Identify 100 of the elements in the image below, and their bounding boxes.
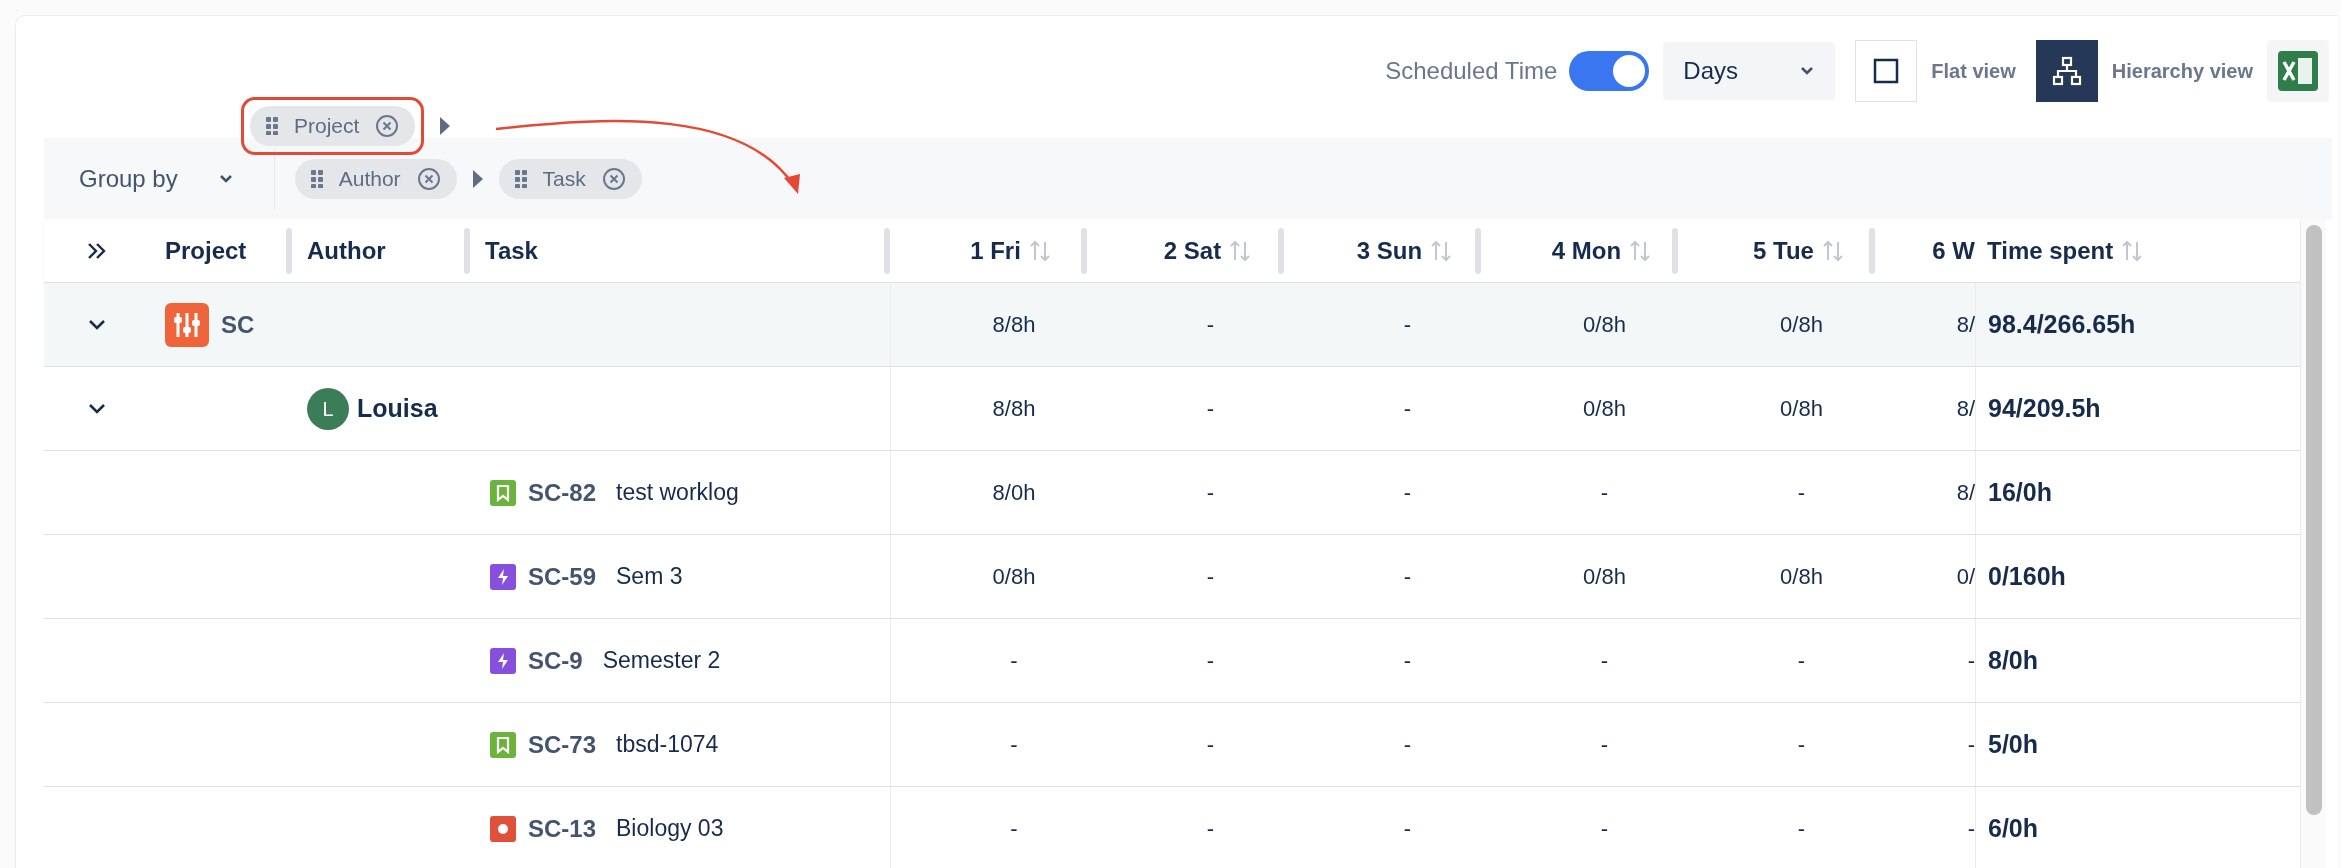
day-cell-text: 8/ (1956, 311, 1975, 339)
hierarchy-view-button[interactable] (2035, 40, 2098, 102)
day-cell-text: - (1967, 647, 1975, 675)
day-cell-text: 0/8h (1583, 563, 1626, 591)
day-cell-text: - (1206, 647, 1215, 675)
drag-handle-icon (514, 169, 527, 188)
column-header[interactable]: Task (485, 232, 538, 269)
day-cell-text: - (1403, 647, 1412, 675)
total-cell-text: 5/0h (1988, 728, 2039, 760)
column-header[interactable]: Author (307, 232, 386, 269)
day-cell-text: - (1600, 647, 1609, 675)
total-cell-text: 94/209.5h (1988, 392, 2101, 424)
day-cell-text: - (1403, 563, 1412, 591)
spreadsheet-icon (2276, 49, 2320, 93)
day-cell-text: - (1010, 815, 1018, 843)
project-icon (165, 302, 209, 347)
day-cell-text: - (1206, 731, 1215, 759)
project-name: SC (221, 309, 255, 340)
task-title: test worklog (616, 478, 739, 508)
group-chip[interactable]: Task (498, 158, 642, 199)
day-cell-text: 0/8h (1583, 395, 1626, 423)
day-cell-text: 0/8h (1780, 395, 1823, 423)
view-option-label: Hierarchy view (2111, 59, 2253, 84)
view-option-label: Flat view (1931, 59, 2016, 84)
day-cell-text: - (1010, 731, 1018, 759)
day-cell-text: - (1206, 815, 1215, 843)
flat-view-button[interactable] (1855, 40, 1918, 102)
day-cell-text: 0/8h (1583, 311, 1626, 339)
chip-label: Task (541, 165, 587, 192)
chip-label: Project (293, 113, 361, 140)
total-cell-text: 6/0h (1988, 812, 2039, 844)
day-cell-text: - (1403, 815, 1412, 843)
day-cell-text: - (1967, 815, 1975, 843)
issue-key[interactable]: SC-59 (528, 558, 597, 595)
remove-icon[interactable] (375, 114, 400, 138)
scheduled-time-label: Scheduled Time (1385, 56, 1558, 86)
day-cell-text: - (1797, 731, 1806, 759)
day-cell-text: - (1206, 479, 1215, 507)
day-cell-text: - (1403, 395, 1412, 423)
day-cell-text: - (1600, 815, 1609, 843)
day-cell-text: - (1797, 815, 1806, 843)
column-header[interactable]: Time spent (1987, 232, 2114, 269)
task-title: tbsd-1074 (616, 730, 719, 760)
issue-key[interactable]: SC-13 (528, 810, 597, 847)
day-cell-text: - (1967, 731, 1975, 759)
scheduled-time-toggle[interactable] (1569, 51, 1650, 91)
column-header[interactable]: 5 Tue (1753, 232, 1814, 269)
day-cell-text: 0/ (1956, 563, 1975, 591)
task-title: Biology 03 (616, 814, 724, 844)
day-cell-text: - (1600, 731, 1609, 759)
day-cell-text: - (1206, 311, 1215, 339)
day-cell-text: 0/8h (1780, 563, 1823, 591)
column-header[interactable]: 6 W (1932, 232, 1975, 269)
task-title: Sem 3 (616, 562, 683, 592)
group-chip[interactable]: Author (294, 158, 457, 199)
day-cell-text: - (1403, 479, 1412, 507)
day-cell-text: - (1403, 731, 1412, 759)
day-cell-text: 8/ (1956, 395, 1975, 423)
square-icon (1873, 58, 1900, 84)
day-cell-text: - (1797, 647, 1806, 675)
issue-key[interactable]: SC-82 (528, 474, 597, 511)
day-cell-text: - (1206, 563, 1215, 591)
day-cell-text: - (1206, 395, 1215, 423)
day-cell-text: 0/8h (992, 563, 1036, 591)
day-cell-text: 8/8h (992, 311, 1036, 339)
issue-key[interactable]: SC-73 (528, 726, 597, 763)
day-cell-text: 0/8h (1780, 311, 1823, 339)
day-cell-text: 8/8h (992, 395, 1036, 423)
group-by-dropdown[interactable]: Group by (44, 148, 275, 209)
column-header[interactable]: 4 Mon (1551, 232, 1622, 269)
total-cell-text: 8/0h (1988, 644, 2039, 676)
total-cell-text: 0/160h (1988, 560, 2066, 592)
issue-key[interactable]: SC-9 (528, 642, 583, 679)
column-header[interactable]: 3 Sun (1356, 232, 1423, 269)
day-cell-text: - (1010, 647, 1018, 675)
hierarchy-icon (2051, 56, 2082, 86)
chip-label: Author (337, 165, 402, 192)
column-header[interactable]: 2 Sat (1163, 232, 1222, 269)
drag-handle-icon (310, 169, 323, 188)
total-cell-text: 16/0h (1988, 476, 2052, 508)
author-name: Louisa (357, 392, 438, 424)
task-title: Semester 2 (602, 646, 721, 676)
day-cell-text: 8/ (1956, 479, 1975, 507)
export-excel-button[interactable] (2267, 40, 2329, 102)
period-select[interactable]: Days (1663, 42, 1836, 100)
scrollbar-thumb[interactable] (2305, 225, 2322, 815)
avatar: L (307, 387, 349, 430)
column-header[interactable]: 1 Fri (970, 232, 1021, 269)
day-cell-text: - (1600, 479, 1609, 507)
triangle-icon (440, 117, 451, 135)
column-header[interactable]: Project (165, 232, 247, 269)
remove-icon[interactable] (416, 166, 441, 191)
day-cell-text: - (1403, 311, 1412, 339)
dragged-group-chip[interactable]: Project (250, 106, 416, 146)
total-cell-text: 98.4/266.65h (1988, 308, 2136, 340)
drag-handle-icon (266, 117, 278, 135)
remove-icon[interactable] (601, 166, 626, 191)
triangle-icon (472, 169, 483, 188)
day-cell-text: 8/0h (992, 479, 1036, 507)
day-cell-text: - (1797, 479, 1806, 507)
